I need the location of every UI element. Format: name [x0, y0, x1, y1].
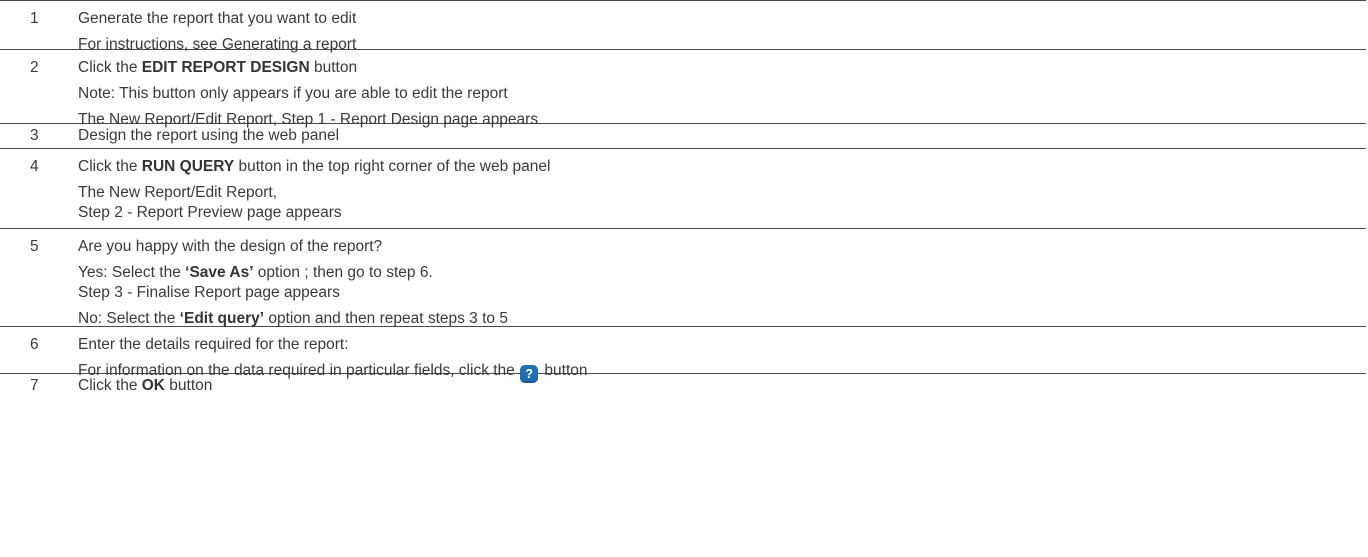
step-number: 6	[30, 336, 39, 353]
step-row-6: 6 Enter the details required for the rep…	[0, 326, 1366, 383]
step-content: Enter the details required for the repor…	[78, 327, 1366, 383]
step-row-2: 2 Click the EDIT REPORT DESIGN button No…	[0, 49, 1366, 128]
step-option-yes: Yes: Select the ‘Save As’ option ; then …	[78, 260, 1366, 283]
procedure-steps-table: 1 Generate the report that you want to e…	[0, 0, 1366, 397]
step-content: Design the report using the web panel	[78, 124, 1366, 148]
button-name-ok: OK	[141, 377, 165, 394]
step-instruction: Click the RUN QUERY button in the top ri…	[78, 154, 1366, 180]
step-content: Generate the report that you want to edi…	[78, 1, 1366, 53]
button-name-run-query: RUN QUERY	[141, 158, 235, 175]
step-row-7: 7 Click the OK button	[0, 373, 1366, 397]
step-number: 2	[30, 59, 39, 76]
option-name-save-as: ‘Save As’	[185, 264, 254, 281]
instruction-text: Click the	[78, 158, 142, 175]
step-content: Click the OK button	[78, 374, 1366, 397]
step-result: The New Report/Edit Report,	[78, 184, 278, 201]
step-instruction: Enter the details required for the repor…	[78, 336, 349, 353]
instruction-text: button	[165, 377, 213, 394]
option-text: No: Select the	[78, 310, 180, 327]
step-result: Step 3 - Finalise Report page appears	[78, 284, 340, 301]
option-text: Yes: Select the	[78, 264, 186, 281]
step-number: 1	[30, 10, 39, 27]
step-row-4: 4 Click the RUN QUERY button in the top …	[0, 148, 1366, 228]
option-text: option ; then go to step 6.	[253, 264, 433, 281]
step-row-5: 5 Are you happy with the design of the r…	[0, 228, 1366, 327]
step-content: Click the EDIT REPORT DESIGN button Note…	[78, 50, 1366, 128]
step-number: 5	[30, 238, 39, 255]
step-content: Are you happy with the design of the rep…	[78, 229, 1366, 327]
step-number: 4	[30, 158, 39, 175]
option-text: option and then repeat steps 3 to 5	[264, 310, 508, 327]
instruction-text: button in the top right corner of the we…	[234, 158, 551, 175]
step-number: 7	[30, 377, 39, 394]
step-instruction: Generate the report that you want to edi…	[78, 10, 357, 27]
step-row-3: 3 Design the report using the web panel	[0, 123, 1366, 148]
step-question: Are you happy with the design of the rep…	[78, 238, 383, 255]
instruction-text: button	[309, 59, 358, 76]
step-result: Step 2 - Report Preview page appears	[78, 204, 342, 221]
step-instruction: Design the report using the web panel	[78, 127, 340, 144]
button-name-edit-report-design: EDIT REPORT DESIGN	[141, 59, 310, 76]
option-name-edit-query: ‘Edit query’	[179, 310, 265, 327]
step-content: Click the RUN QUERY button in the top ri…	[78, 149, 1366, 228]
step-instruction: Click the EDIT REPORT DESIGN button	[78, 55, 1366, 81]
instruction-text: Click the	[78, 377, 142, 394]
step-row-1: 1 Generate the report that you want to e…	[0, 0, 1366, 53]
step-number: 3	[30, 127, 39, 144]
step-instruction: Click the OK button	[78, 374, 1366, 400]
instruction-text: Click the	[78, 59, 142, 76]
step-note: Note: This button only appears if you ar…	[78, 85, 508, 102]
